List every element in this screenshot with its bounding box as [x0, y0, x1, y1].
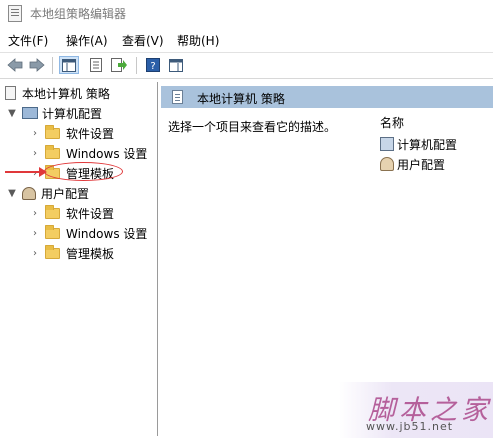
- menu-help[interactable]: 帮助(H): [177, 32, 219, 49]
- folder-icon: [45, 244, 60, 259]
- policy-document-icon: [172, 90, 183, 104]
- tree-node-label: 用户配置: [41, 186, 90, 201]
- policy-document-icon: [5, 86, 16, 100]
- chevron-right-icon[interactable]: ›: [30, 208, 40, 219]
- chevron-down-icon[interactable]: ▼: [7, 108, 17, 119]
- show-hide-tree-icon[interactable]: [59, 56, 79, 74]
- menu-file[interactable]: 文件(F): [8, 32, 48, 49]
- properties-icon[interactable]: [86, 56, 106, 74]
- menu-bar: 文件(F) 操作(A) 查看(V) 帮助(H): [0, 29, 493, 51]
- details-header-title: 本地计算机 策略: [197, 92, 285, 106]
- annotation-arrow: [5, 167, 47, 177]
- tree-item-label: Windows 设置: [66, 226, 148, 241]
- tree-item-software-settings[interactable]: › 软件设置: [30, 204, 114, 222]
- list-item-computer-config[interactable]: 计算机配置: [380, 135, 457, 153]
- chevron-down-icon[interactable]: ▼: [7, 188, 17, 199]
- chevron-right-icon[interactable]: ›: [30, 228, 40, 239]
- watermark-url: www.jb51.net: [366, 420, 454, 433]
- console-tree: 本地计算机 策略 ▼ 计算机配置 › 软件设置 › Windows 设置 › 管…: [0, 82, 158, 436]
- list-item-user-config[interactable]: 用户配置: [380, 155, 445, 173]
- list-item-label: 计算机配置: [397, 137, 458, 152]
- menu-view[interactable]: 查看(V): [122, 32, 164, 49]
- title-bar: 本地组策略编辑器: [0, 0, 493, 26]
- toolbar: ?: [0, 52, 493, 79]
- annotation-ellipse: [44, 162, 123, 181]
- export-list-icon[interactable]: [109, 56, 129, 74]
- users-icon: [380, 157, 394, 171]
- back-icon[interactable]: [5, 56, 25, 74]
- tree-node-user-config[interactable]: ▼ 用户配置: [7, 184, 89, 202]
- tree-item-label: Windows 设置: [66, 146, 148, 161]
- column-header-name[interactable]: 名称: [380, 114, 404, 131]
- computer-icon: [22, 107, 38, 119]
- forward-icon[interactable]: [27, 56, 47, 74]
- menu-action[interactable]: 操作(A): [66, 32, 108, 49]
- tree-item-admin-templates[interactable]: › 管理模板: [30, 244, 114, 262]
- list-item-label: 用户配置: [397, 157, 446, 172]
- toolbar-separator: [52, 57, 53, 74]
- folder-icon: [45, 144, 60, 159]
- svg-text:?: ?: [150, 61, 155, 72]
- folder-icon: [45, 124, 60, 139]
- tree-node-label: 计算机配置: [42, 106, 103, 121]
- toolbar-separator: [136, 57, 137, 74]
- help-icon[interactable]: ?: [143, 56, 163, 74]
- tree-root-local-policy[interactable]: 本地计算机 策略: [5, 84, 110, 102]
- window-title: 本地组策略编辑器: [30, 7, 127, 21]
- chevron-right-icon[interactable]: ›: [30, 148, 40, 159]
- tree-item-windows-settings[interactable]: › Windows 设置: [30, 224, 147, 242]
- folder-icon: [45, 204, 60, 219]
- tree-item-software-settings[interactable]: › 软件设置: [30, 124, 114, 142]
- tree-node-computer-config[interactable]: ▼ 计算机配置: [7, 104, 102, 122]
- details-header: 本地计算机 策略: [161, 86, 493, 108]
- description-text: 选择一个项目来查看它的描述。: [168, 120, 337, 134]
- folder-icon: [45, 224, 60, 239]
- show-pane-icon[interactable]: [166, 56, 186, 74]
- policy-editor-icon: [8, 5, 22, 22]
- tree-root-label: 本地计算机 策略: [22, 86, 110, 101]
- tree-item-label: 软件设置: [66, 206, 115, 221]
- tree-item-label: 管理模板: [66, 246, 115, 261]
- tree-item-label: 软件设置: [66, 126, 115, 141]
- users-icon: [22, 186, 36, 200]
- chevron-right-icon[interactable]: ›: [30, 248, 40, 259]
- chevron-right-icon[interactable]: ›: [30, 128, 40, 139]
- tree-item-windows-settings[interactable]: › Windows 设置: [30, 144, 147, 162]
- computer-icon: [380, 137, 394, 151]
